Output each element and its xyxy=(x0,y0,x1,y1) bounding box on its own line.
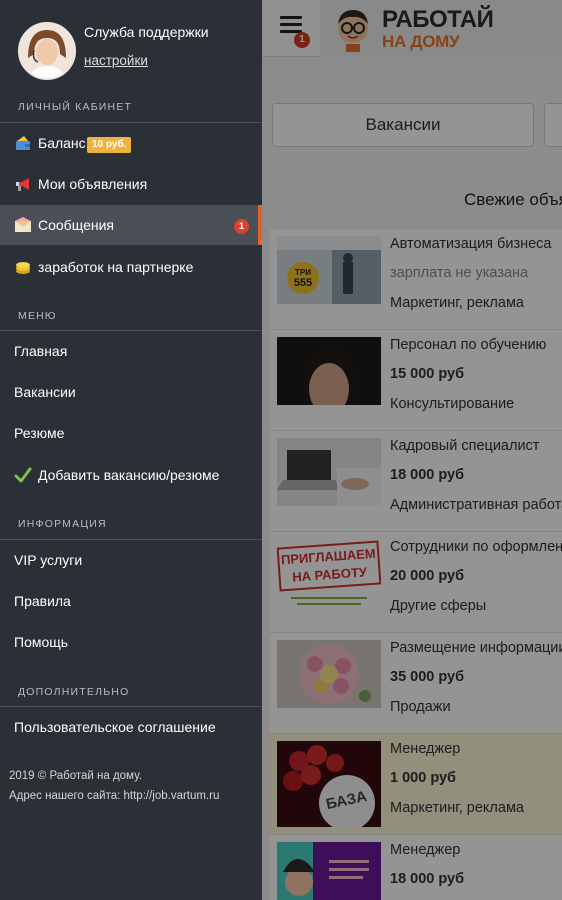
sidebar-item-label: Пользовательское соглашение xyxy=(14,719,216,735)
sidebar-item-vip[interactable]: VIP услуги xyxy=(0,540,262,580)
wallet-icon xyxy=(16,136,30,150)
sidebar-item-label: Вакансии xyxy=(14,384,76,400)
messages-count-badge: 1 xyxy=(234,219,249,234)
sidebar-item-resume[interactable]: Резюме xyxy=(0,413,262,453)
sidebar-item-label: Помощь xyxy=(14,634,69,650)
balance-badge: 10 руб. xyxy=(87,137,132,153)
sidebar-item-rules[interactable]: Правила xyxy=(0,581,262,621)
navigation-drawer: Служба поддержки настройки ЛИЧНЫЙ КАБИНЕ… xyxy=(0,0,262,900)
sidebar-item-label: Баланс xyxy=(38,135,86,151)
group-label-extra: ДОПОЛНИТЕЛЬНО xyxy=(18,686,130,698)
group-label-info: ИНФОРМАЦИЯ xyxy=(18,518,107,530)
checkmark-icon xyxy=(14,467,32,483)
group-label-menu: МЕНЮ xyxy=(18,310,57,322)
sidebar-item-help[interactable]: Помощь xyxy=(0,622,262,662)
footer-site-address: Адрес нашего сайта: http://job.vartum.ru xyxy=(9,790,220,802)
settings-link[interactable]: настройки xyxy=(84,53,148,68)
group-label-account: ЛИЧНЫЙ КАБИНЕТ xyxy=(18,101,133,113)
sidebar-item-label: Сообщения xyxy=(38,217,114,233)
footer-copyright: 2019 © Работай на дому. xyxy=(9,770,142,782)
sidebar-item-partner-earnings[interactable]: заработок на партнерке xyxy=(0,247,262,287)
sidebar-item-user-agreement[interactable]: Пользовательское соглашение xyxy=(0,707,262,747)
coins-icon xyxy=(16,262,30,274)
sidebar-item-label: Резюме xyxy=(14,425,65,441)
sidebar-item-my-ads[interactable]: Мои объявления xyxy=(0,164,262,204)
profile-name: Служба поддержки xyxy=(84,24,209,40)
profile-header: Служба поддержки настройки xyxy=(0,0,262,90)
sidebar-item-label: Добавить вакансию/резюме xyxy=(38,467,220,483)
sidebar-item-label: Главная xyxy=(14,343,68,359)
sidebar-item-label: Мои объявления xyxy=(38,176,148,192)
sidebar-item-vacancies[interactable]: Вакансии xyxy=(0,372,262,412)
sidebar-item-add-vacancy[interactable]: Добавить вакансию/резюме xyxy=(0,455,262,495)
envelope-icon xyxy=(15,217,31,232)
sidebar-item-home[interactable]: Главная xyxy=(0,331,262,371)
drawer-overlay-scrim[interactable] xyxy=(262,0,562,900)
megaphone-icon xyxy=(16,178,29,191)
sidebar-item-label: VIP услуги xyxy=(14,552,83,568)
sidebar-item-label: заработок на партнерке xyxy=(38,259,194,275)
sidebar-item-label: Правила xyxy=(14,593,71,609)
avatar[interactable] xyxy=(18,22,76,80)
sidebar-item-messages[interactable]: Сообщения xyxy=(0,205,262,245)
